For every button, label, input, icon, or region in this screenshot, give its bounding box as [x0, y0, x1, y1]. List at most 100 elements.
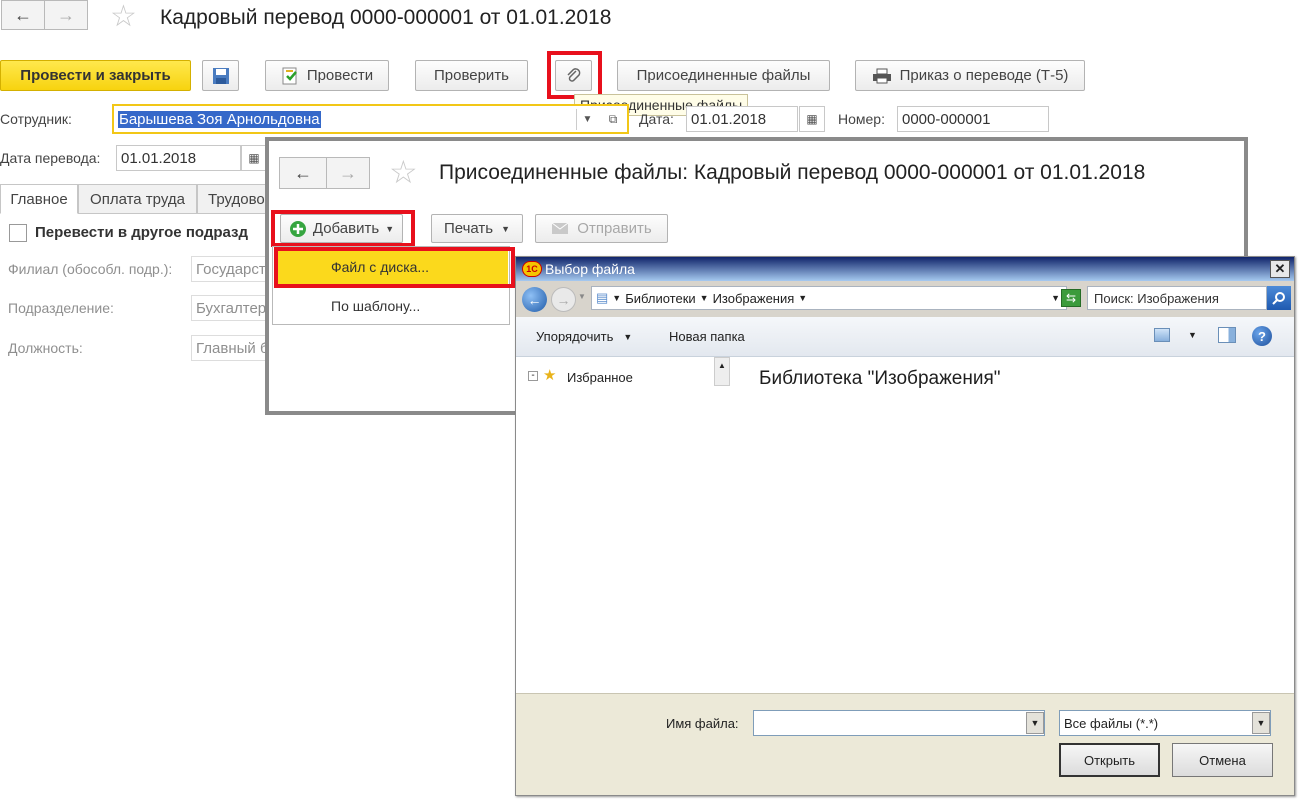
filename-input[interactable]: [753, 710, 1045, 736]
organize-button[interactable]: Упорядочить ▼: [536, 329, 632, 344]
star-icon[interactable]: ☆: [110, 2, 137, 32]
organize-label: Упорядочить: [536, 329, 614, 344]
address-toolbar: ← → ▼ ▤ ▼ Библиотеки ▼ Изображения ▼ ▼ ⇆…: [516, 281, 1294, 317]
app-logo-icon: 1С: [522, 261, 542, 277]
dropdown-arrow-icon: ▼: [501, 223, 511, 234]
attached-files-button[interactable]: Присоединенные файлы: [617, 60, 830, 91]
employee-label: Сотрудник:: [0, 111, 72, 127]
new-folder-button[interactable]: Новая папка: [669, 329, 745, 344]
send-button-label: Отправить: [577, 220, 652, 237]
save-button[interactable]: [202, 60, 239, 91]
file-type-dropdown-button[interactable]: ▼: [1252, 712, 1270, 734]
tab-labor[interactable]: Трудово: [197, 184, 267, 214]
command-bar: Упорядочить ▼ Новая папка ▼ ?: [516, 317, 1294, 357]
nav-forward-button[interactable]: →: [551, 287, 576, 312]
chevron-down-icon: ▼: [1188, 330, 1197, 340]
cancel-button[interactable]: Отмена: [1172, 743, 1273, 777]
dialog-close-button[interactable]: ✕: [1270, 260, 1290, 278]
refresh-icon: ⇆: [1065, 291, 1077, 305]
division-field: Бухгалтер: [191, 295, 271, 321]
date-calendar-button[interactable]: ▦: [799, 106, 825, 132]
dialog-title: Выбор файла: [545, 261, 635, 277]
close-icon: ✕: [1274, 261, 1286, 276]
check-button[interactable]: Проверить: [415, 60, 528, 91]
employee-field[interactable]: Барышева Зоя Арнольдовна: [112, 104, 629, 134]
forward-button[interactable]: →: [44, 0, 88, 30]
nav-history-dropdown[interactable]: ▼: [578, 292, 586, 301]
transfer-date-field[interactable]: 01.01.2018: [116, 145, 241, 171]
help-icon: ?: [1258, 328, 1266, 344]
arrow-right-icon: →: [339, 162, 357, 183]
branch-label: Филиал (обособл. подр.):: [8, 261, 173, 277]
print-button[interactable]: Печать ▼: [431, 214, 523, 243]
print-order-button[interactable]: Приказ о переводе (Т-5): [855, 60, 1085, 91]
address-dropdown[interactable]: ▼: [1051, 293, 1060, 303]
attached-window-title: Присоединенные файлы: Кадровый перевод 0…: [439, 161, 1146, 184]
calendar-icon: ▦: [248, 151, 260, 165]
chevron-down-icon: ▼: [623, 331, 633, 342]
view-mode-button[interactable]: [1154, 328, 1170, 342]
highlight-add-button: [271, 210, 415, 247]
position-label: Должность:: [8, 340, 83, 356]
star-icon[interactable]: ☆: [389, 156, 418, 188]
date-field[interactable]: 01.01.2018: [686, 106, 798, 132]
back-button[interactable]: ←: [1, 0, 45, 30]
menu-item-from-template[interactable]: По шаблону...: [274, 287, 508, 324]
breadcrumb-item-images[interactable]: Изображения: [713, 291, 795, 306]
attached-back-button[interactable]: ←: [279, 157, 327, 189]
employee-dropdown-button[interactable]: ▼: [576, 109, 598, 130]
transfer-date-label: Дата перевода:: [0, 150, 101, 166]
nav-item-favorites[interactable]: Избранное: [567, 370, 633, 385]
dialog-titlebar: 1С Выбор файла: [516, 257, 1294, 281]
employee-value: Барышева Зоя Арнольдовна: [118, 110, 321, 128]
tab-main[interactable]: Главное: [0, 184, 78, 214]
favorites-star-icon: ★: [543, 367, 557, 384]
open-link-icon: ⧉: [608, 112, 618, 126]
search-input[interactable]: Поиск: Изображения: [1087, 286, 1267, 310]
file-dialog: 1С Выбор файла ✕ ← → ▼ ▤ ▼ Библиотеки ▼ …: [515, 256, 1295, 796]
dropdown-arrow-icon: ▼: [582, 114, 593, 125]
breadcrumb-item-libraries[interactable]: Библиотеки: [625, 291, 695, 306]
nav-tree-scrollbar[interactable]: ▲: [714, 357, 730, 386]
breadcrumb[interactable]: ▤ ▼ Библиотеки ▼ Изображения ▼ ▼: [591, 286, 1067, 310]
post-document-icon: [282, 67, 297, 84]
chevron-down-icon: ▼: [1030, 718, 1040, 728]
attached-forward-button[interactable]: →: [326, 157, 370, 189]
floppy-disk-icon: [212, 67, 229, 84]
chevron-up-icon: ▲: [718, 361, 726, 370]
arrow-right-icon: →: [57, 4, 75, 25]
arrow-left-icon: ←: [294, 162, 312, 183]
date-label: Дата:: [639, 111, 674, 127]
employee-open-button[interactable]: ⧉: [601, 109, 625, 130]
transfer-checkbox[interactable]: [9, 224, 27, 242]
help-button[interactable]: ?: [1252, 326, 1272, 346]
page-title: Кадровый перевод 0000-000001 от 01.01.20…: [160, 6, 612, 29]
highlight-attached-files: [547, 51, 602, 99]
preview-pane-button[interactable]: [1218, 327, 1236, 343]
transfer-date-calendar-button[interactable]: ▦: [241, 145, 267, 171]
filename-label: Имя файла:: [666, 716, 739, 731]
nav-back-button[interactable]: ←: [522, 287, 547, 312]
tab-salary[interactable]: Оплата труда: [78, 184, 197, 214]
print-order-label: Приказ о переводе (Т-5): [899, 67, 1069, 84]
search-button[interactable]: [1267, 286, 1291, 310]
arrow-right-icon: →: [556, 291, 571, 308]
open-button[interactable]: Открыть: [1059, 743, 1160, 777]
nav-tree: - ★ Избранное: [516, 357, 736, 387]
view-dropdown[interactable]: ▼: [1188, 330, 1197, 340]
branch-field: Государств: [191, 256, 274, 282]
chevron-down-icon: ▼: [798, 293, 808, 303]
print-button-label: Печать: [443, 220, 494, 237]
number-field[interactable]: 0000-000001: [897, 106, 1049, 132]
post-and-close-button[interactable]: Провести и закрыть: [0, 60, 191, 91]
chevron-down-icon: ▼: [1256, 718, 1266, 728]
refresh-button[interactable]: ⇆: [1061, 289, 1081, 307]
library-heading: Библиотека "Изображения": [759, 368, 1001, 389]
file-type-select[interactable]: Все файлы (*.*): [1059, 710, 1271, 736]
filename-dropdown-button[interactable]: ▼: [1026, 712, 1044, 734]
collapse-icon[interactable]: -: [528, 371, 538, 381]
highlight-file-from-disk: [274, 247, 515, 288]
post-button[interactable]: Провести: [265, 60, 389, 91]
envelope-icon: [551, 222, 569, 234]
send-button[interactable]: Отправить: [535, 214, 668, 243]
